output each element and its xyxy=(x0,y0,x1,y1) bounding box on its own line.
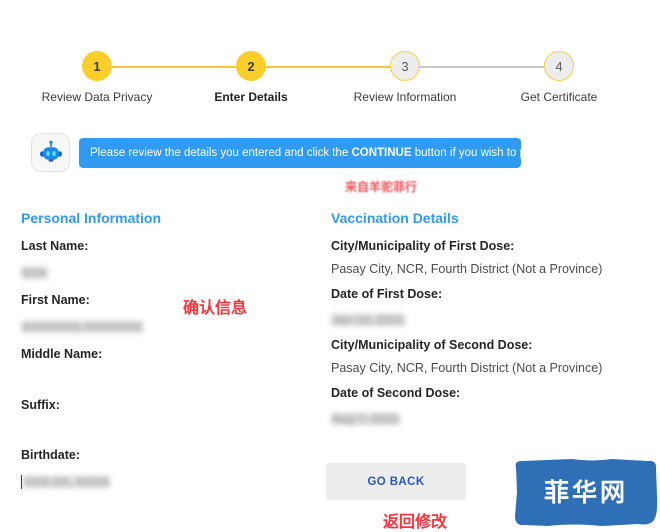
value-middle-name xyxy=(21,372,321,384)
step-3-label: Review Information xyxy=(353,90,457,104)
field-date-second-dose: Date of Second Dose: Aug 7, 2021 xyxy=(331,387,651,438)
site-watermark-text: 菲华网 xyxy=(543,480,628,507)
step-3-bubble: 3 xyxy=(390,51,420,81)
step-1-label: Review Data Privacy xyxy=(41,90,153,104)
step-review-information[interactable]: 3 Review Information xyxy=(345,44,465,104)
label-last-name: Last Name: xyxy=(21,239,89,253)
personal-information-title: Personal Information xyxy=(21,210,162,226)
field-date-first-dose: Date of First Dose: Jan 10, 2021 xyxy=(331,288,651,339)
stepper-track xyxy=(97,66,559,68)
value-city-first-dose: Pasay City, NCR, Fourth District (Not a … xyxy=(331,261,603,276)
step-2-bubble: 2 xyxy=(236,51,266,81)
step-1-bubble: 1 xyxy=(82,51,112,81)
field-suffix: Suffix: xyxy=(21,397,321,435)
label-first-name: First Name: xyxy=(21,293,90,307)
banner-text-continue: CONTINUE xyxy=(351,147,412,159)
step-4-label: Get Certificate xyxy=(520,90,598,104)
value-date-first-dose: Jan 10, 2021 xyxy=(331,312,406,327)
birthdate-value-row: XXX XX, XXXX xyxy=(21,473,321,504)
step-2-label: Enter Details xyxy=(214,90,288,104)
field-last-name: Last Name: XXX xyxy=(21,240,321,294)
robot-icon xyxy=(31,133,70,172)
field-city-second-dose: City/Municipality of Second Dose: Pasay … xyxy=(331,339,651,374)
vaccination-details-title: Vaccination Details xyxy=(331,210,459,226)
step-4-bubble: 4 xyxy=(544,51,574,81)
label-date-first-dose: Date of First Dose: xyxy=(331,287,443,301)
field-birthdate: Birthdate: XXX XX, XXXX xyxy=(21,449,321,503)
label-suffix: Suffix: xyxy=(21,397,60,412)
vaccination-details-section: Vaccination Details City/Municipality of… xyxy=(331,210,651,438)
label-birthdate: Birthdate: xyxy=(21,448,81,462)
field-first-name: First Name: XXXXXXX XXXXXXX xyxy=(21,294,321,348)
go-back-note-annotation: 返回修改 xyxy=(383,514,448,531)
assistant-banner: Please review the details you entered an… xyxy=(79,138,564,168)
value-city-second-dose: Pasay City, NCR, Fourth District (Not a … xyxy=(331,360,603,375)
step-get-certificate[interactable]: 4 Get Certificate xyxy=(499,44,619,104)
assistant-banner-text: Please review the details you entered an… xyxy=(90,147,564,159)
field-middle-name: Middle Name: xyxy=(21,348,321,384)
personal-information-section: Personal Information Last Name: XXX Firs… xyxy=(21,210,321,503)
step-enter-details[interactable]: 2 Enter Details xyxy=(191,44,311,104)
site-watermark: 菲华网 xyxy=(512,456,660,532)
label-date-second-dose: Date of Second Dose: xyxy=(331,386,461,400)
value-suffix xyxy=(21,422,321,434)
value-birthdate: XXX XX, XXXX xyxy=(23,474,111,489)
banner-text-prefix: Please review the details you entered an… xyxy=(90,147,352,159)
value-first-name: XXXXXXX XXXXXXX xyxy=(21,319,144,334)
go-back-button[interactable]: GO BACK xyxy=(326,463,466,500)
app-root: 1 Review Data Privacy 2 Enter Details 3 … xyxy=(0,0,660,532)
field-city-first-dose: City/Municipality of First Dose: Pasay C… xyxy=(331,240,651,275)
text-caret xyxy=(21,474,22,489)
source-watermark-annotation: 来自羊驼菲行 xyxy=(345,180,418,194)
confirm-info-annotation: 确认信息 xyxy=(183,300,248,317)
value-last-name: XXX xyxy=(21,265,49,280)
label-city-first-dose: City/Municipality of First Dose: xyxy=(331,239,515,253)
step-review-data-privacy[interactable]: 1 Review Data Privacy xyxy=(37,44,157,104)
banner-text-suffix: button if you wish to proceed. xyxy=(411,147,565,159)
progress-stepper: 1 Review Data Privacy 2 Enter Details 3 … xyxy=(0,44,660,106)
label-city-second-dose: City/Municipality of Second Dose: xyxy=(331,338,533,352)
label-middle-name: Middle Name: xyxy=(21,347,103,361)
value-date-second-dose: Aug 7, 2021 xyxy=(331,411,401,426)
